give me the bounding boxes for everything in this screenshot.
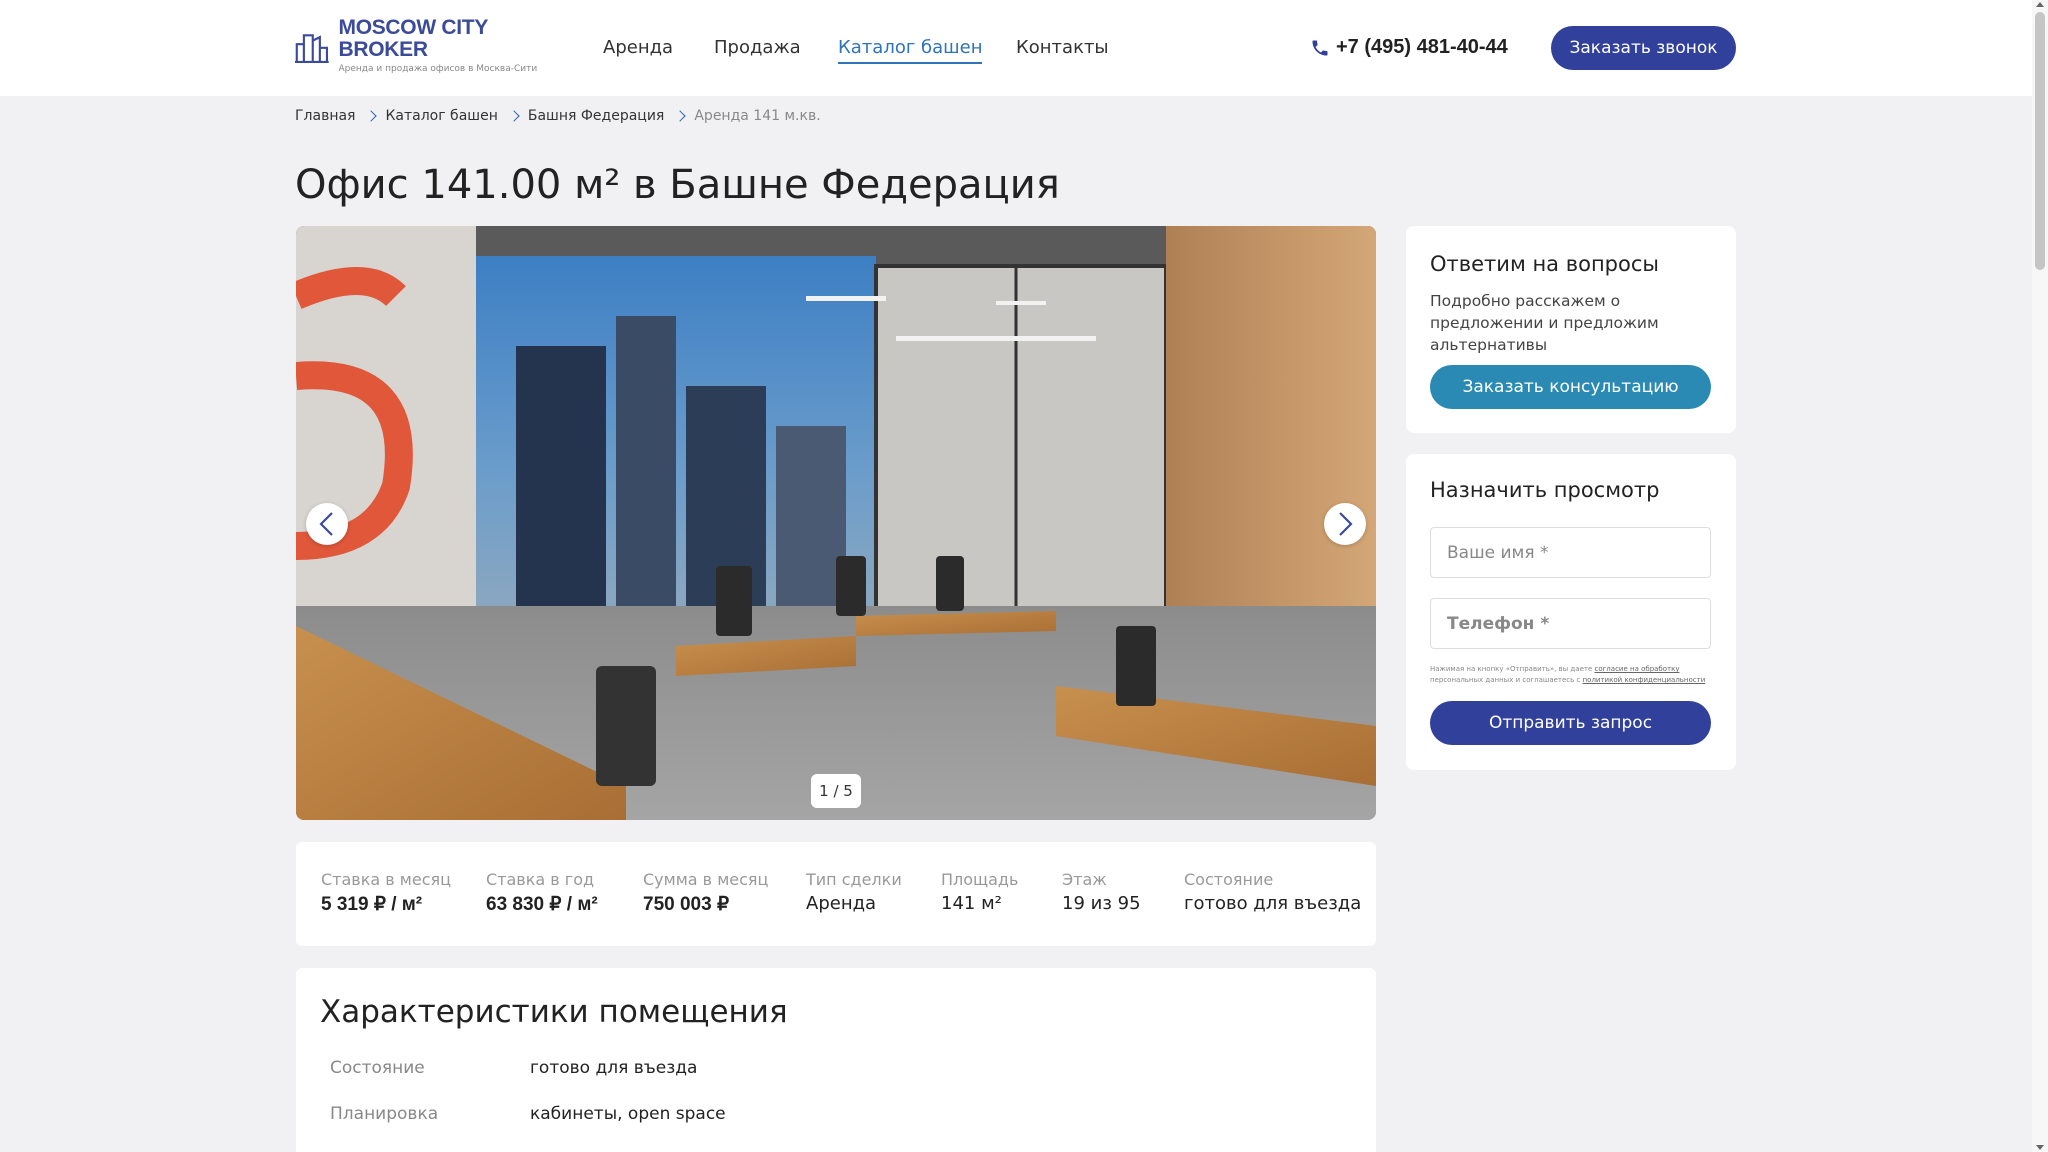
consent-text-part2: персональных данных и соглашаетесь c [1430,676,1581,684]
logo[interactable]: MOSCOW CITY BROKER Аренда и продажа офис… [295,17,555,74]
offer-stats: Ставка в месяц 5 319 ₽ / м² Ставка в год… [296,842,1376,946]
characteristics-section: Характеристики помещения Состояние готов… [296,968,1376,1152]
stat-monthly-sum: Сумма в месяц 750 003 ₽ [643,870,768,916]
chevron-right-icon [674,110,687,122]
stat-condition: Состояние готово для въезда [1184,870,1361,914]
chevron-right-icon [508,110,520,122]
site-header: MOSCOW CITY BROKER Аренда и продажа офис… [0,0,2032,96]
order-consultation-button[interactable]: Заказать консультацию [1430,365,1711,409]
chevron-left-icon [319,512,333,536]
nav-item-contacts[interactable]: Контакты [1016,34,1109,62]
consent-text-part1: Нажимая на кнопку «Отправить», вы даете [1430,665,1593,673]
stat-value: Аренда [806,893,877,914]
stat-label: Ставка в год [486,870,595,889]
stat-label: Ставка в месяц [321,870,452,889]
characteristic-key: Состояние [330,1058,425,1078]
breadcrumb: Главная Каталог башен Башня Федерация Ар… [295,106,821,126]
photo-gallery[interactable]: 1 / 5 [296,226,1376,820]
consent-link-processing[interactable]: согласие на обработку [1595,665,1680,673]
scrollbar-thumb[interactable] [2035,12,2045,270]
stat-value: 750 003 ₽ [643,894,730,915]
stat-area: Площадь 141 м² [941,870,1018,914]
order-call-button[interactable]: Заказать звонок [1551,26,1736,70]
breadcrumb-item-home[interactable]: Главная [295,108,355,124]
consult-card-title: Ответим на вопросы [1430,252,1659,276]
stat-floor: Этаж 19 из 95 [1062,870,1141,914]
breadcrumb-item-catalog[interactable]: Каталог башен [385,108,497,124]
logo-subtitle: Аренда и продажа офисов в Москва-Сити [338,64,538,74]
gallery-next-button[interactable] [1324,503,1366,545]
stat-label: Сумма в месяц [643,870,769,889]
page-title: Офис 141.00 м² в Башне Федерация [295,162,1060,208]
characteristic-value: готово для въезда [530,1058,698,1078]
stat-monthly-rate: Ставка в месяц 5 319 ₽ / м² [321,870,451,916]
stat-yearly-rate: Ставка в год 63 830 ₽ / м² [486,870,598,916]
scroll-down-arrow-icon[interactable] [2036,1145,2044,1150]
stat-label: Состояние [1184,870,1274,889]
header-phone[interactable]: +7 (495) 481-40-44 [1310,36,1508,59]
phone-number: +7 (495) 481-40-44 [1336,36,1508,58]
scroll-up-arrow-icon[interactable] [2036,2,2044,7]
nav-item-rent[interactable]: Аренда [603,34,673,62]
consult-card-text: Подробно расскажем о предложении и предл… [1430,292,1659,354]
consent-link-privacy[interactable]: политикой конфиденциальности [1583,676,1706,684]
chevron-right-icon [1339,512,1353,536]
characteristics-title: Характеристики помещения [320,994,788,1030]
viewing-form-title: Назначить просмотр [1430,478,1660,502]
nav-item-tower-catalog[interactable]: Каталог башен [838,34,983,64]
phone-icon [1312,40,1328,55]
phone-input[interactable] [1430,598,1711,649]
consent-text: Нажимая на кнопку «Отправить», вы даете … [1430,664,1715,686]
characteristic-key: Планировка [330,1104,439,1124]
chevron-right-icon [365,110,378,122]
consult-card: Ответим на вопросы Подробно расскажем о … [1406,226,1736,433]
city-towers-logo-icon [295,34,329,64]
viewing-form-card: Назначить просмотр Нажимая на кнопку «От… [1406,454,1736,770]
breadcrumb-item-tower[interactable]: Башня Федерация [528,108,665,124]
page-scrollbar[interactable] [2032,0,2048,1152]
stat-label: Этаж [1062,870,1107,889]
characteristic-value: кабинеты, open space [530,1104,726,1124]
name-input[interactable] [1430,527,1711,578]
breadcrumb-current: Аренда 141 м.кв. [694,108,821,124]
gallery-prev-button[interactable] [306,503,348,545]
stat-value: 5 319 ₽ / м² [321,894,423,915]
stat-value: 63 830 ₽ / м² [486,894,598,915]
stat-label: Тип сделки [806,870,902,889]
stat-value: 141 м² [941,893,1002,914]
stat-value: 19 из 95 [1062,893,1141,914]
logo-title: MOSCOW CITY BROKER [338,16,488,61]
nav-item-sale[interactable]: Продажа [714,34,801,62]
stat-label: Площадь [941,870,1019,889]
stat-deal-type: Тип сделки Аренда [806,870,902,914]
gallery-counter: 1 / 5 [811,774,861,808]
stat-value: готово для въезда [1184,893,1362,914]
office-photo [296,226,1376,820]
send-request-button[interactable]: Отправить запрос [1430,701,1711,745]
